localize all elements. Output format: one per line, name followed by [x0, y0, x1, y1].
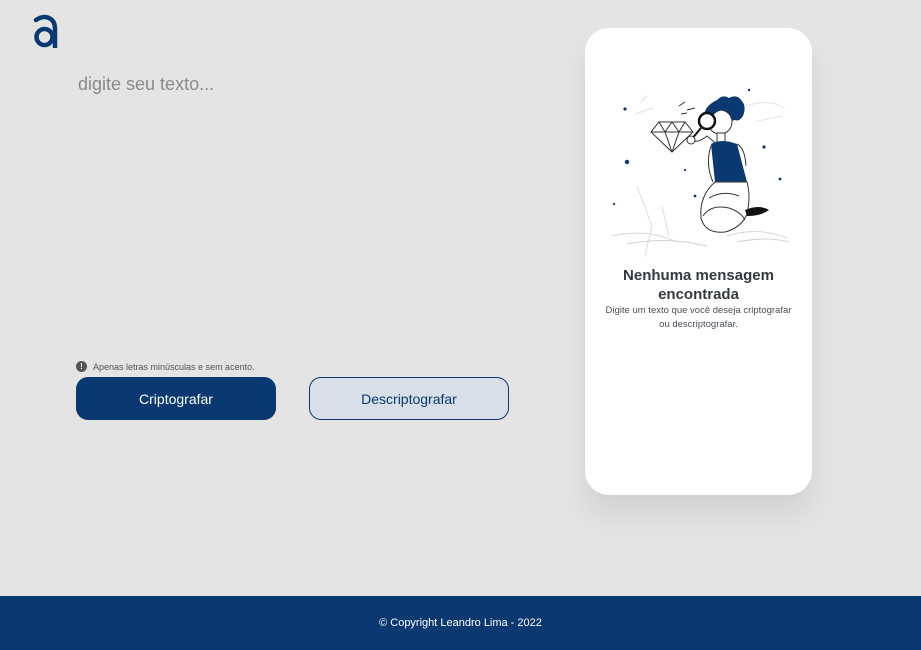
person-with-magnifying-glass-illustration	[611, 88, 790, 257]
decrypt-button[interactable]: Descriptografar	[309, 377, 509, 420]
message-input[interactable]	[78, 74, 518, 344]
empty-state-title: Nenhuma mensagem encontrada	[623, 267, 774, 303]
alura-logo-icon[interactable]	[32, 14, 58, 48]
exclamation-circle-icon: !	[76, 361, 87, 372]
empty-state-text: Digite um texto que você deseja criptogr…	[605, 305, 792, 330]
output-card: Nenhuma mensagem encontrada Digite um te…	[585, 28, 812, 495]
footer: © Copyright Leandro Lima - 2022	[0, 596, 921, 650]
input-hint: ! Apenas letras minúsculas e sem acento.	[76, 361, 255, 372]
copyright-text: © Copyright Leandro Lima - 2022	[379, 617, 542, 629]
hint-text: Apenas letras minúsculas e sem acento.	[93, 361, 255, 372]
encrypt-button[interactable]: Criptografar	[76, 377, 276, 420]
